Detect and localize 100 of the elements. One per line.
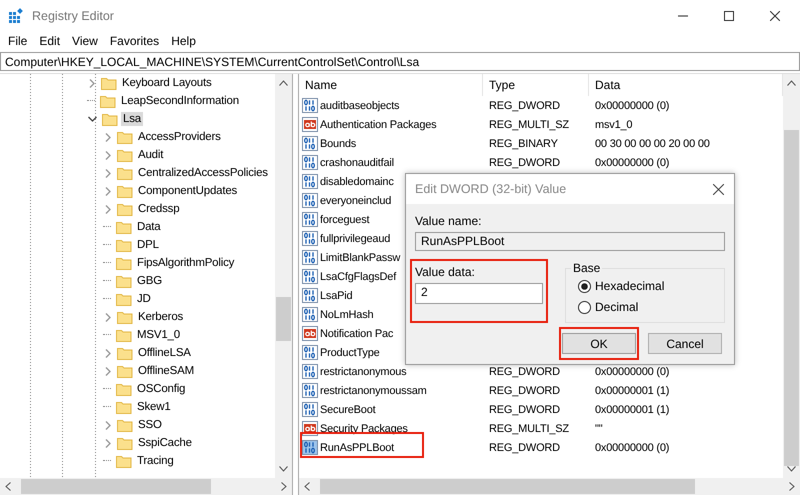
tree-item[interactable]: Skew1 — [135, 400, 173, 414]
value-name[interactable]: restrictanonymous — [320, 366, 406, 378]
value-name[interactable]: LsaPid — [320, 290, 352, 302]
value-name[interactable]: ProductType — [320, 346, 380, 358]
folder-icon — [100, 94, 116, 108]
folder-icon — [116, 238, 132, 252]
menu-item[interactable]: Help — [165, 34, 202, 48]
scroll-right-icon[interactable] — [789, 482, 795, 491]
value-data: 0x00000000 (0) — [595, 366, 670, 378]
tree-item[interactable]: Kerberos — [136, 310, 186, 324]
value-type: REG_DWORD — [489, 156, 560, 168]
value-name[interactable]: auditbaseobjects — [320, 100, 400, 112]
radio-label[interactable]: Hexadecimal — [595, 279, 664, 293]
menu-item[interactable]: Favorites — [104, 34, 166, 48]
value-data: msv1_0 — [595, 118, 632, 130]
scroll-up-icon[interactable] — [279, 80, 288, 86]
tree-item[interactable]: Keyboard Layouts — [120, 76, 214, 90]
value-type: REG_DWORD — [489, 366, 560, 378]
tree-item[interactable]: LeapSecondInformation — [119, 94, 241, 108]
value-name[interactable]: Authentication Packages — [320, 118, 436, 130]
menu-item[interactable]: File — [2, 34, 34, 48]
value-name[interactable]: Notification Pac — [320, 328, 394, 340]
folder-icon — [117, 130, 133, 144]
folder-icon — [117, 418, 133, 432]
value-name-field[interactable]: RunAsPPLBoot — [415, 232, 725, 251]
folder-icon — [101, 76, 117, 90]
value-type: REG_MULTI_SZ — [489, 118, 569, 130]
value-data-field[interactable]: 2 — [415, 283, 543, 304]
close-icon[interactable] — [770, 11, 780, 21]
value-data: 0x00000000 (0) — [595, 100, 670, 112]
value-name[interactable]: Security Packages — [320, 422, 408, 434]
tree-item[interactable]: Credssp — [136, 202, 182, 216]
registry-icon — [8, 8, 24, 24]
address-bar[interactable]: Computer\HKEY_LOCAL_MACHINE\SYSTEM\CurrentControlSet\Control\Lsa — [0, 52, 800, 71]
tree-item[interactable]: SSO — [136, 418, 164, 432]
value-name[interactable]: LsaCfgFlagsDef — [320, 270, 396, 282]
field-label: Value data: — [415, 265, 476, 279]
close-icon[interactable] — [713, 184, 724, 194]
folder-icon — [116, 400, 132, 414]
value-name[interactable]: forceguest — [320, 214, 370, 226]
column-header[interactable]: Type — [483, 74, 589, 96]
value-name[interactable]: LimitBlankPassw — [320, 252, 400, 264]
tree-item[interactable]: MSV1_0 — [135, 328, 182, 342]
folder-icon — [117, 184, 133, 198]
folder-icon — [117, 436, 133, 450]
vertical-scrollbar[interactable] — [783, 74, 800, 478]
scrollbar-thumb[interactable] — [784, 130, 799, 466]
value-name[interactable]: crashonauditfail — [320, 156, 394, 168]
ok-button[interactable]: OK — [562, 333, 636, 354]
tree-item[interactable]: FipsAlgorithmPolicy — [135, 256, 236, 270]
scroll-left-icon[interactable] — [304, 482, 310, 491]
value-name[interactable]: NoLmHash — [320, 308, 374, 320]
scrollbar-thumb[interactable] — [320, 479, 695, 494]
folder-icon — [116, 256, 132, 270]
tree-item[interactable]: Data — [135, 220, 162, 234]
menu-item[interactable]: View — [66, 34, 104, 48]
radio-label[interactable]: Decimal — [595, 300, 638, 314]
scrollbar-thumb[interactable] — [21, 479, 211, 494]
cancel-button[interactable]: Cancel — [648, 333, 722, 354]
folder-icon — [117, 166, 133, 180]
value-data: 0x00000000 (0) — [595, 156, 670, 168]
tree-item[interactable]: CentralizedAccessPolicies — [136, 166, 270, 180]
tree-item[interactable]: JD — [135, 292, 153, 306]
radio-button[interactable] — [578, 300, 591, 314]
horizontal-scrollbar[interactable] — [299, 478, 800, 495]
value-name[interactable]: RunAsPPLBoot — [320, 442, 394, 454]
tree-item[interactable]: Lsa — [121, 112, 143, 126]
value-name[interactable]: restrictanonymoussam — [320, 384, 427, 396]
tree-item[interactable]: DPL — [135, 238, 161, 252]
folder-icon — [116, 382, 132, 396]
tree-item[interactable]: ComponentUpdates — [136, 184, 240, 198]
scroll-right-icon[interactable] — [281, 482, 287, 491]
scroll-up-icon[interactable] — [787, 80, 796, 86]
scrollbar-thumb[interactable] — [276, 297, 291, 341]
scroll-left-icon[interactable] — [5, 482, 11, 491]
folder-icon — [117, 202, 133, 216]
tree-item[interactable]: SspiCache — [136, 436, 194, 450]
value-type: REG_BINARY — [489, 138, 558, 150]
folder-icon — [102, 112, 118, 126]
scroll-down-icon[interactable] — [279, 466, 288, 472]
maximize-icon[interactable] — [724, 11, 734, 21]
menu-item[interactable]: Edit — [33, 34, 66, 48]
value-name[interactable]: fullprivilegeaud — [320, 232, 390, 244]
vertical-scrollbar[interactable] — [275, 74, 292, 478]
folder-icon — [116, 328, 132, 342]
value-name[interactable]: disabledomainc — [320, 176, 394, 188]
value-name[interactable]: Bounds — [320, 138, 356, 150]
tree-item[interactable]: OfflineSAM — [136, 364, 196, 378]
value-name[interactable]: everyoneinclud — [320, 194, 392, 206]
tree-item[interactable]: OfflineLSA — [136, 346, 193, 360]
tree-item[interactable]: GBG — [135, 274, 164, 288]
radio-button[interactable] — [578, 280, 591, 292]
tree-item[interactable]: Tracing — [135, 454, 176, 468]
value-name[interactable]: SecureBoot — [320, 404, 376, 416]
horizontal-scrollbar[interactable] — [0, 478, 292, 495]
column-header[interactable]: Name — [299, 74, 483, 96]
tree-item[interactable]: AccessProviders — [136, 130, 223, 144]
tree-item[interactable]: OSConfig — [135, 382, 188, 396]
scroll-down-icon[interactable] — [787, 466, 796, 472]
tree-item[interactable]: Audit — [136, 148, 166, 162]
